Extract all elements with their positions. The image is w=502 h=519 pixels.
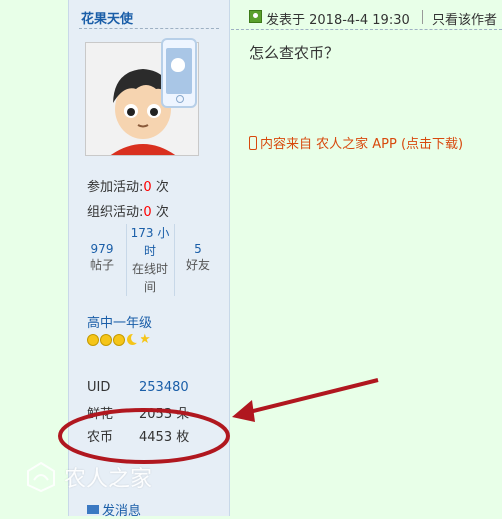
site-watermark: 农人之家	[24, 460, 152, 494]
info-uid-row: UID 253480	[87, 380, 189, 395]
sun-icon	[87, 334, 99, 346]
user-rank-link[interactable]: 高中一年级	[87, 312, 152, 331]
uid-link[interactable]: 253480	[139, 380, 189, 395]
sun-icon	[100, 334, 112, 346]
stat-online-time[interactable]: 173 小时 在线时间	[127, 224, 173, 296]
author-username-link[interactable]: 花果天使	[81, 8, 133, 27]
sun-icon	[113, 334, 125, 346]
only-author-link[interactable]: 只看该作者	[432, 9, 497, 28]
apple-icon	[171, 58, 185, 72]
header-separator	[422, 10, 423, 24]
author-online-icon	[249, 10, 262, 23]
mobile-client-badge-icon	[161, 38, 197, 108]
post-main: 发表于 2018-4-4 19:30 只看该作者 怎么查农币？ 内容来自 农人之…	[231, 0, 502, 516]
author-sidebar: 花果天使 参加活动:0 次 组织活动:0 次 979 帖子 173 小时 在线时…	[68, 0, 230, 519]
send-message-link[interactable]: 发消息	[87, 500, 141, 519]
stat-posts[interactable]: 979 帖子	[79, 242, 125, 314]
info-flowers-row: 鲜花 2053 朵	[87, 407, 190, 422]
sidebar-divider	[79, 28, 219, 29]
user-stats-grid: 979 帖子 173 小时 在线时间 5 好友	[79, 224, 221, 296]
left-gutter	[0, 0, 68, 516]
moon-icon	[126, 333, 141, 346]
rank-level-icons: ★	[87, 333, 151, 346]
mobile-phone-icon	[249, 135, 257, 150]
mail-icon	[87, 505, 99, 514]
watermark-logo-icon	[27, 461, 55, 493]
activity-organized-row: 组织活动:0 次	[87, 205, 169, 220]
activity-joined-row: 参加活动:0 次	[87, 180, 169, 195]
post-timestamp: 发表于 2018-4-4 19:30	[266, 13, 410, 28]
post-content: 怎么查农币？	[249, 44, 340, 62]
stat-friends[interactable]: 5 好友	[175, 242, 221, 314]
post-header: 发表于 2018-4-4 19:30 只看该作者	[231, 0, 502, 30]
info-coins-row: 农币 4453 枚	[87, 430, 190, 445]
app-source-link[interactable]: 内容来自 农人之家 APP (点击下载)	[249, 133, 463, 152]
